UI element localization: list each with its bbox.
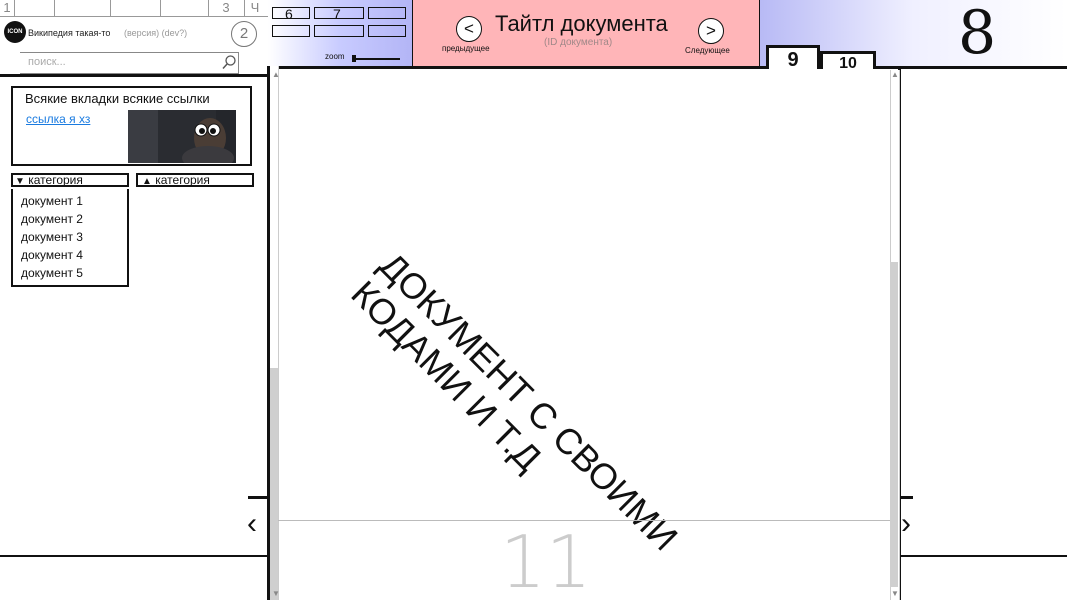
triangle-up-icon: ▲ [142, 176, 152, 187]
info-text: Всякие вкладки всякие ссылки [25, 91, 210, 106]
zoom-box-4[interactable] [272, 25, 310, 37]
category-expanded-header[interactable]: ▼ категория [11, 173, 129, 187]
zoom-slider-handle[interactable] [352, 55, 356, 62]
annotation-2-marker: 2 [231, 21, 257, 47]
list-item-document-1[interactable]: документ 1 [21, 194, 83, 208]
scroll-up-arrow-left-icon[interactable]: ▲ [272, 70, 280, 79]
prev-page-arrow-icon[interactable]: ‹ [247, 507, 257, 541]
zoom-box-6[interactable]: 6 [272, 7, 310, 21]
category-collapsed-header[interactable]: ▲ категория [136, 173, 254, 187]
sidebar-divider [0, 74, 268, 77]
search-placeholder: поиск... [28, 56, 66, 68]
right-scrollbar-thumb[interactable] [890, 262, 898, 587]
zoom-box-3[interactable] [368, 7, 406, 19]
list-item-document-5[interactable]: документ 5 [21, 266, 83, 280]
info-link[interactable]: ссылка я хз [26, 112, 90, 126]
list-item-document-2[interactable]: документ 2 [21, 212, 83, 226]
document-line-1: ДОКУМЕНТ С СВОИМИ [371, 244, 686, 559]
category-collapsed-label: категория [155, 173, 210, 187]
previous-label[interactable]: предыдущее [442, 44, 490, 53]
bottom-divider-right [901, 555, 1067, 557]
zoom-box-6b[interactable] [368, 25, 406, 37]
page-tab-9[interactable]: 9 [766, 45, 820, 71]
document-id: (ID документа) [544, 37, 613, 48]
info-thumbnail[interactable] [128, 110, 236, 163]
top-tab-3[interactable] [54, 0, 111, 16]
top-tab-5[interactable] [160, 0, 209, 16]
search-icon[interactable] [221, 54, 237, 70]
document-title: Тайтл документа [495, 11, 668, 36]
top-tab-1[interactable]: 1 [0, 0, 15, 16]
scroll-down-arrow-right-icon[interactable]: ▼ [891, 589, 899, 598]
top-tabs: 1 3 Ч [0, 0, 268, 17]
next-button[interactable]: > [698, 18, 724, 44]
previous-button[interactable]: < [456, 16, 482, 42]
zoom-box-5[interactable] [314, 25, 364, 37]
page-tab-10[interactable]: 10 [820, 51, 876, 72]
page-number: 11 [500, 520, 592, 604]
site-logo[interactable]: ICON [4, 21, 26, 43]
zoom-box-7[interactable]: 7 [314, 7, 364, 21]
arrow-marker-left [248, 496, 267, 499]
scroll-up-arrow-right-icon[interactable]: ▲ [891, 70, 899, 79]
list-item-document-4[interactable]: документ 4 [21, 248, 83, 262]
header-divider [268, 66, 1067, 69]
top-tab-6[interactable]: 3 [208, 0, 245, 16]
top-tab-2[interactable] [14, 0, 55, 16]
category-expanded-label: категория [28, 173, 83, 187]
triangle-down-icon: ▼ [15, 176, 25, 187]
left-scrollbar-thumb[interactable] [270, 368, 278, 600]
scroll-down-arrow-left-icon[interactable]: ▼ [272, 589, 280, 598]
site-title[interactable]: Википедия такая-то [28, 28, 110, 38]
list-item-document-3[interactable]: документ 3 [21, 230, 83, 244]
zoom-label: zoom [325, 52, 345, 61]
top-tab-7[interactable]: Ч [244, 0, 266, 16]
annotation-8-marker: 8 [958, 0, 997, 68]
bottom-divider-left [0, 555, 267, 557]
arrow-marker-right [901, 496, 913, 499]
version-label: (версия) (dev?) [124, 28, 188, 38]
next-label[interactable]: Следующее [685, 46, 730, 55]
top-tab-4[interactable] [110, 0, 161, 16]
next-page-arrow-icon[interactable]: › [901, 507, 911, 541]
category-list: документ 1 документ 2 документ 3 докумен… [11, 189, 129, 287]
zoom-slider[interactable] [352, 58, 400, 60]
